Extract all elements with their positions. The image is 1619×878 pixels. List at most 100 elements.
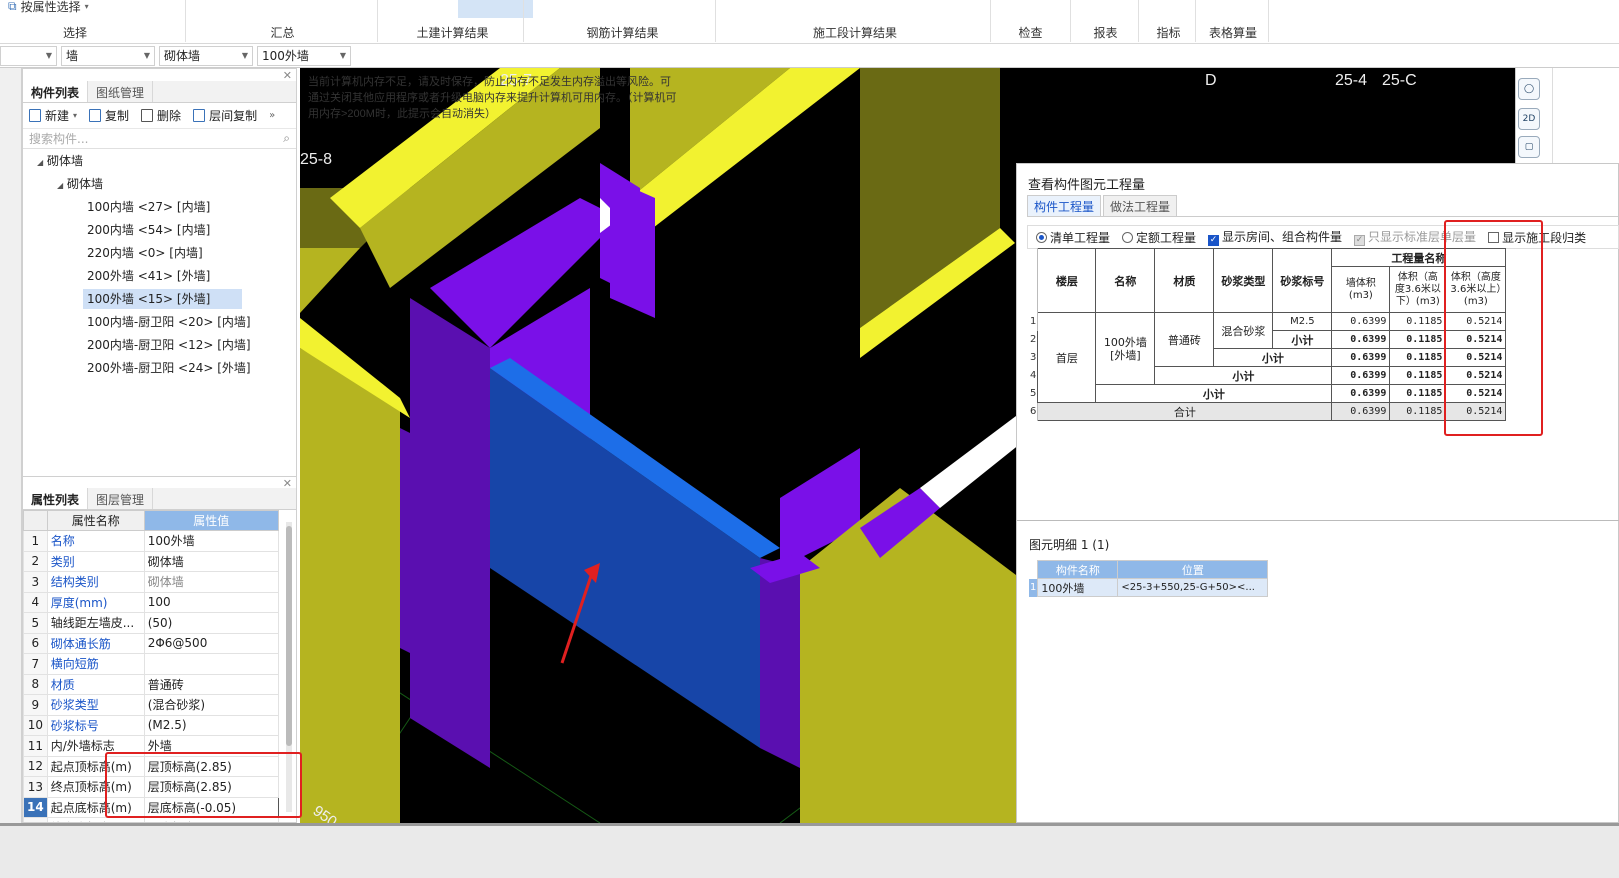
property-row[interactable]: 2 类别 砌体墙 (23, 550, 279, 572)
ribbon-group-report: 报表 (1093, 26, 1118, 40)
property-value[interactable] (143, 653, 279, 675)
tree-item[interactable]: 200内墙-厨卫阳 <12> [内墙] (83, 335, 255, 355)
property-row[interactable]: 1 名称 100外墙 (23, 530, 279, 552)
show-room-check[interactable]: ✓ 显示房间、组合构件量 (1208, 228, 1342, 246)
table-row-total[interactable]: 6 合计 0.6399 0.1185 0.5214 (1029, 402, 1507, 421)
property-value[interactable]: (M2.5) (143, 714, 279, 736)
tree-root[interactable]: ◢ 砌体墙 (37, 151, 83, 171)
ribbon-active-button[interactable] (458, 0, 533, 18)
ribbon-divider (185, 0, 186, 42)
tab-layer-manage[interactable]: 图层管理 (88, 488, 154, 509)
ribbon-group-table: 表格算量 (1208, 26, 1257, 40)
detail-table: 构件名称 位置 1 100外墙 <25-3+550,25-G+50><... (1029, 560, 1269, 597)
col-material: 材质 (1154, 248, 1215, 313)
filter-icon: ⧉ (8, 0, 17, 13)
property-value[interactable]: 100 (143, 591, 279, 613)
scrollbar-thumb[interactable] (286, 526, 292, 746)
column-side (760, 558, 800, 768)
tab-property-list[interactable]: 属性列表 (23, 488, 89, 509)
property-name: 砌体通长筋 (46, 632, 145, 654)
axis-label: 25-C (1382, 72, 1417, 89)
cell-wall-vol: 0.6399 (1331, 366, 1391, 385)
2d-view-icon[interactable]: 2D (1518, 108, 1540, 130)
table-row[interactable]: 5 小计 0.6399 0.1185 0.5214 (1029, 384, 1507, 403)
filter-bar: ▼ 墙 ▼ 砌体墙 ▼ 100外墙 ▼ (0, 44, 1619, 68)
property-row[interactable]: 10 砂浆标号 (M2.5) (23, 714, 279, 736)
wall-face (300, 348, 400, 823)
row-number: 1 (1029, 578, 1038, 597)
selected-wall-face[interactable] (490, 368, 760, 748)
col-component-name: 构件名称 (1037, 560, 1119, 579)
floor-combo[interactable]: ▼ (0, 45, 57, 66)
property-row[interactable]: 5 轴线距左墙皮... (50) (23, 612, 279, 634)
tab-component-list[interactable]: 构件列表 (23, 81, 89, 102)
component-search[interactable]: 搜索构件... ⌕ (23, 129, 296, 149)
tree-item-selected[interactable]: 100外墙 <15> [外墙] (83, 289, 242, 309)
cell-floor: 首层 (1037, 312, 1097, 403)
ribbon-group-select: 选择 (62, 26, 87, 40)
axis-label: 25-8 (300, 151, 332, 168)
property-row[interactable]: 3 结构类别 砌体墙 (23, 571, 279, 593)
col-floor: 楼层 (1037, 248, 1097, 313)
row-number: 3 (1029, 348, 1039, 367)
table-row[interactable]: 1 100外墙 <25-3+550,25-G+50><... (1029, 578, 1269, 597)
property-value[interactable]: 砌体墙 (143, 550, 279, 572)
ribbon-divider (523, 0, 524, 42)
delete-button[interactable]: 删除 (141, 107, 181, 124)
tab-drawing-manage[interactable]: 图纸管理 (88, 81, 154, 102)
cell-vol-below: 0.1185 (1389, 348, 1447, 367)
table-row[interactable]: 1 首层 100外墙 [外墙] 普通砖 混合砂浆 M2.5 0.6399 0.1… (1029, 312, 1507, 403)
component-combo[interactable]: 100外墙 ▼ (257, 45, 351, 66)
panel-title: 查看构件图元工程量 (1028, 178, 1146, 193)
3d-cube-icon[interactable]: ▢ (1518, 136, 1540, 158)
property-value[interactable]: 普通砖 (143, 673, 279, 695)
bill-qty-radio[interactable]: 清单工程量 (1036, 229, 1110, 246)
tree-item[interactable]: 100内墙 <27> [内墙] (83, 197, 214, 217)
more-icon[interactable]: » (269, 110, 275, 121)
axis-label: D (1205, 72, 1217, 89)
row-number: 4 (1029, 366, 1039, 385)
property-value[interactable]: (50) (143, 612, 279, 634)
row-number-header (23, 510, 48, 531)
tree-item[interactable]: 200外墙 <41> [外墙] (83, 266, 214, 286)
tree-item[interactable]: 100内墙-厨卫阳 <20> [内墙] (83, 312, 255, 332)
property-value[interactable]: 砌体墙 (143, 571, 279, 593)
close-icon[interactable]: ✕ (283, 69, 292, 82)
quota-qty-radio[interactable]: 定额工程量 (1122, 229, 1196, 246)
orbit-icon[interactable]: ◯ (1518, 78, 1540, 100)
subtype-combo[interactable]: 砌体墙 ▼ (159, 45, 253, 66)
cell-vol-below: 0.1185 (1389, 366, 1447, 385)
highlight-box-elevation (105, 752, 302, 818)
property-row[interactable]: 9 砂浆类型 (混合砂浆) (23, 694, 279, 716)
row-number: 2 (1029, 330, 1039, 349)
property-value[interactable]: (混合砂浆) (143, 694, 279, 716)
property-name: 砂浆标号 (46, 714, 145, 736)
left-nav-strip (0, 68, 22, 828)
tab-component-qty[interactable]: 构件工程量 (1027, 195, 1102, 216)
ribbon-divider (715, 0, 716, 42)
new-button[interactable]: 新建 ▾ (29, 107, 77, 124)
property-row[interactable]: 6 砌体通长筋 2Φ6@500 (23, 632, 279, 654)
chevron-down-icon: ▼ (339, 51, 346, 60)
tree-item[interactable]: 200内墙 <54> [内墙] (83, 220, 214, 240)
cell-subtotal-label: 小计 (1213, 348, 1333, 367)
select-by-attribute-button[interactable]: ⧉ 按属性选择 ▾ (8, 0, 89, 15)
property-value[interactable]: 2Φ6@500 (143, 632, 279, 654)
chevron-down-icon: ▾ (84, 2, 89, 11)
tree-group[interactable]: ◢ 砌体墙 (57, 174, 103, 194)
property-row[interactable]: 7 横向短筋 (23, 653, 279, 675)
tab-method-qty[interactable]: 做法工程量 (1103, 195, 1178, 216)
cell-wall-vol: 0.6399 (1331, 330, 1391, 349)
tree-item[interactable]: 200外墙-厨卫阳 <24> [外墙] (83, 358, 255, 378)
property-value[interactable]: 100外墙 (143, 530, 279, 552)
close-icon[interactable]: ✕ (283, 477, 292, 490)
property-row[interactable]: 4 厚度(mm) 100 (23, 591, 279, 613)
type-combo[interactable]: 墙 ▼ (61, 45, 155, 66)
tree-item[interactable]: 220内墙 <0> [内墙] (83, 243, 207, 263)
col-vol-below: 体积（高度3.6米以下）(m3) (1389, 266, 1447, 313)
copy-button[interactable]: 复制 (89, 107, 129, 124)
property-name: 砂浆类型 (46, 694, 145, 716)
floor-copy-button[interactable]: 层间复制 (193, 107, 257, 124)
property-row[interactable]: 8 材质 普通砖 (23, 673, 279, 695)
row-number: 1 (1029, 312, 1039, 331)
